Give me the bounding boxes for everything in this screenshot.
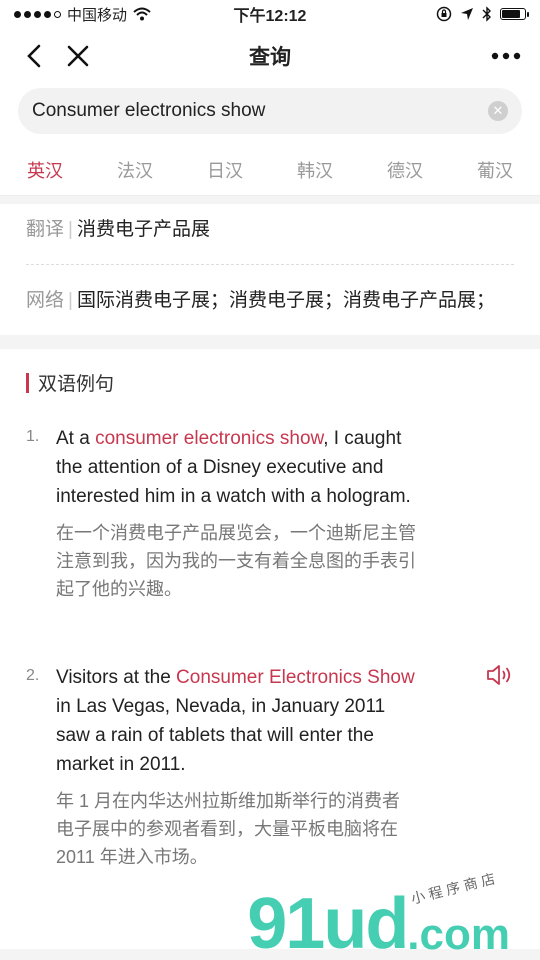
- carrier: 中国移动: [67, 6, 128, 24]
- example-highlight: Consumer Electronics Show: [176, 667, 415, 688]
- example-highlight: consumer electronics show: [95, 428, 324, 449]
- clear-button[interactable]: ✕: [488, 101, 508, 121]
- example-text: in Las Vegas, Nevada, in January 2011 sa…: [56, 696, 386, 775]
- dashed-divider: [26, 264, 514, 265]
- network-row: 网络 | 国际消费电子展；消费电子展；消费电子产品展；: [26, 285, 514, 317]
- example-chinese: 在一个消费电子产品展览会，一个迪斯尼主管注意到我，因为我的一支有着全息图的手表引…: [56, 523, 416, 599]
- examples-section: 双语例句 1. At a consumer electronics show, …: [0, 349, 540, 949]
- translation-card: 翻译 | 消费电子产品展 网络 | 国际消费电子展；消费电子展；消费电子产品展；: [0, 204, 540, 335]
- bluetooth-icon: [482, 6, 491, 22]
- translation-label: 翻译: [26, 219, 65, 240]
- divider-bar: |: [68, 290, 73, 311]
- speaker-icon: [487, 665, 511, 685]
- tab-ko-zh[interactable]: 韩汉: [289, 151, 341, 189]
- tab-pt-zh[interactable]: 葡汉: [469, 151, 521, 189]
- accent-bar: [26, 372, 29, 393]
- example-english: Visitors at the Consumer Electronics Sho…: [56, 663, 416, 779]
- search-box: ✕: [18, 88, 522, 134]
- signal-icon: [14, 10, 61, 18]
- location-icon: [461, 8, 473, 20]
- example-item: 2. Visitors at the Consumer Electronics …: [26, 663, 514, 871]
- section-header: 双语例句: [26, 369, 514, 396]
- lock-rotation-icon: [436, 6, 452, 22]
- close-icon: ✕: [492, 103, 504, 118]
- example-text: At a: [56, 428, 96, 449]
- tab-de-zh[interactable]: 德汉: [379, 151, 431, 189]
- more-button[interactable]: [484, 34, 528, 78]
- network-label: 网络: [26, 290, 65, 311]
- search-area: ✕: [0, 84, 540, 144]
- example-number: 1.: [26, 428, 40, 445]
- close-icon: [67, 45, 89, 67]
- example-text: Visitors at the: [56, 667, 177, 688]
- example-number: 2.: [26, 667, 40, 684]
- battery-icon: [500, 8, 529, 20]
- status-bar: 中国移动 下午12:12: [0, 0, 540, 28]
- search-input[interactable]: [32, 100, 488, 122]
- language-tabs: 英汉 法汉 日汉 韩汉 德汉 葡汉: [0, 144, 540, 196]
- translation-row: 翻译 | 消费电子产品展: [26, 214, 514, 246]
- wifi-icon: [133, 7, 151, 21]
- more-icon: [491, 52, 521, 60]
- example-item: 1. At a consumer electronics show, I cau…: [26, 424, 514, 603]
- chevron-left-icon: [27, 44, 41, 68]
- tab-en-zh[interactable]: 英汉: [19, 151, 71, 189]
- tab-fr-zh[interactable]: 法汉: [109, 151, 161, 189]
- play-audio-button[interactable]: [486, 663, 514, 692]
- divider-bar: |: [68, 219, 73, 240]
- close-button[interactable]: [56, 34, 100, 78]
- tab-ja-zh[interactable]: 日汉: [199, 151, 251, 189]
- section-title: 双语例句: [38, 374, 115, 395]
- example-chinese: 年 1 月在内华达州拉斯维加斯举行的消费者电子展中的参观者看到，大量平板电脑将在…: [56, 791, 401, 867]
- back-button[interactable]: [12, 34, 56, 78]
- network-text: 国际消费电子展；消费电子展；消费电子产品展；: [76, 290, 495, 311]
- example-english: At a consumer electronics show, I caught…: [56, 424, 416, 511]
- nav-bar: 查询: [0, 28, 540, 84]
- translation-text: 消费电子产品展: [76, 219, 210, 240]
